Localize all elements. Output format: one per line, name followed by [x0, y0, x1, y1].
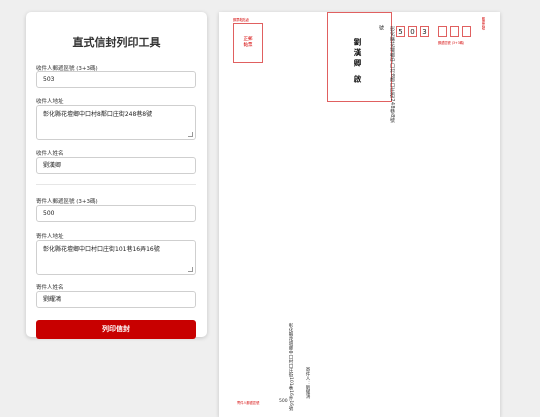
- sender-zip-small: 500: [279, 399, 288, 404]
- form-panel: 直式信封列印工具 收件人郵遞區號 (3+3碼) 503 收件人地址 彰化縣花壇鄉…: [26, 12, 207, 339]
- sender-address-value: 彰化縣花壇鄉中口村口庄街101巷16弄16號: [43, 246, 160, 253]
- sender-address-label: 寄件人地址: [36, 234, 64, 240]
- sender-address-textarea[interactable]: 彰化縣花壇鄉中口村口庄街101巷16弄16號: [36, 240, 196, 275]
- recipient-name-input[interactable]: 劉漢卿: [36, 157, 196, 174]
- sender-info-vertical: 寄件人：劉耀鴻: [305, 367, 310, 399]
- sender-name-input[interactable]: 劉耀鴻: [36, 291, 196, 308]
- sender-zip-caption: 寄件人郵遞區號: [237, 401, 260, 405]
- envelope-preview: 郵票黏貼處 正郵 黏票 劉漢卿 啟 號 彰化縣花壇鄉中口村8鄰口庄街248巷8號…: [219, 12, 500, 417]
- print-envelope-button[interactable]: 列印信封: [36, 320, 196, 339]
- zip-caption: 郵遞區號: [481, 17, 485, 30]
- sender-name-label: 寄件人姓名: [36, 285, 64, 291]
- zip-digit-box: [438, 26, 447, 37]
- sender-address-vertical: 彰化縣花壇鄉中口村口庄街101巷16弄16號: [288, 323, 293, 411]
- zip-digit-box: 5: [396, 26, 405, 37]
- recipient-zip-input[interactable]: 503: [36, 71, 196, 88]
- stamp-box: 正郵 黏票: [233, 23, 263, 63]
- zip-digit-box: [450, 26, 459, 37]
- resize-handle-icon[interactable]: [188, 132, 193, 137]
- sender-zip-input[interactable]: 500: [36, 205, 196, 222]
- recipient-address-vertical: 彰化縣花壇鄉中口村8鄰口庄街248巷8號: [389, 26, 395, 123]
- stamp-text-line2: 黏票: [243, 43, 253, 48]
- stamp-text: 正郵 黏票: [234, 37, 262, 49]
- recipient-address-label: 收件人地址: [36, 99, 64, 105]
- recipient-address-value: 彰化縣花壇鄉中口村8鄰口庄街248巷8號: [43, 111, 153, 118]
- recipient-name-label: 收件人姓名: [36, 151, 64, 157]
- stamp-area-label: 郵票黏貼處: [233, 18, 249, 22]
- recipient-name-vertical: 劉漢卿 啟: [353, 38, 362, 86]
- zip-note: 郵遞區號 (3+3碼): [438, 41, 465, 45]
- resize-handle-icon[interactable]: [188, 267, 193, 272]
- recipient-word: 號: [378, 25, 384, 30]
- section-divider: [36, 184, 196, 185]
- recipient-address-textarea[interactable]: 彰化縣花壇鄉中口村8鄰口庄街248巷8號: [36, 105, 196, 140]
- page-title: 直式信封列印工具: [72, 36, 161, 49]
- zip-digit-box: 3: [420, 26, 429, 37]
- zip-digit-box: [462, 26, 471, 37]
- zip-digit-box: 0: [408, 26, 417, 37]
- sender-zip-label: 寄件人郵遞區號 (3+3碼): [36, 199, 98, 205]
